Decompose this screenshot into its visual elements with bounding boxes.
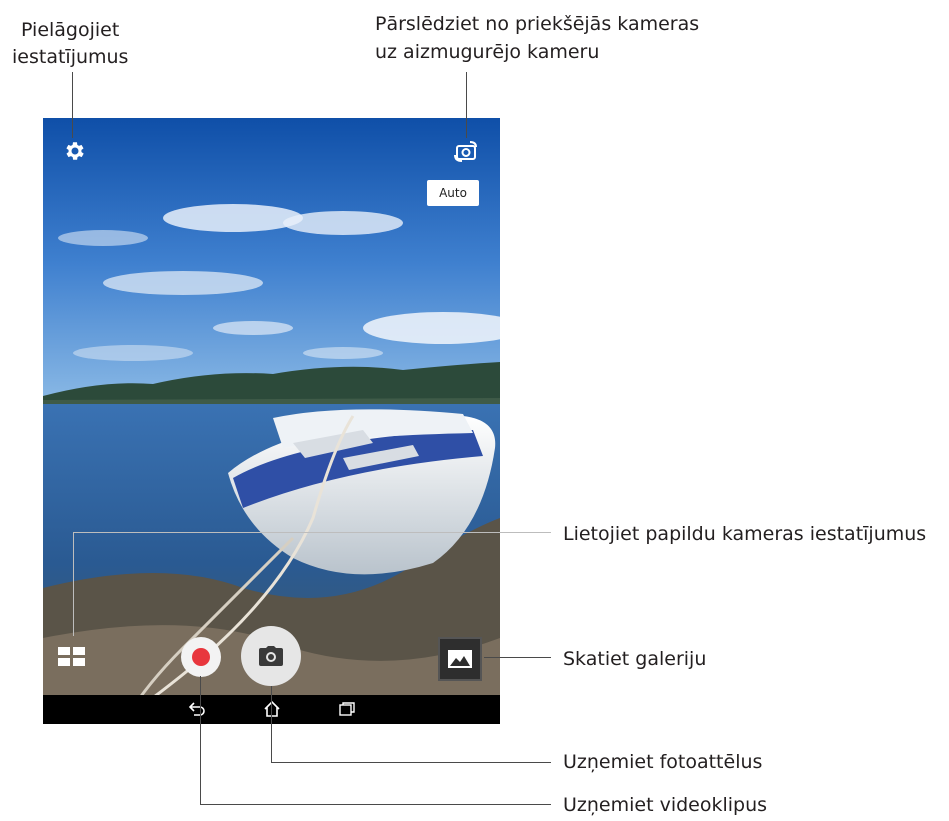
callout-advanced: Lietojiet papildu kameras iestatījumus bbox=[563, 523, 927, 545]
gear-icon bbox=[66, 142, 84, 160]
callout-settings-line1: Pielāgojiet bbox=[21, 19, 120, 41]
shutter-button[interactable] bbox=[241, 626, 301, 686]
callout-gallery: Skatiet galeriju bbox=[563, 648, 707, 670]
home-button[interactable] bbox=[261, 699, 283, 719]
camera-screen: Auto bbox=[43, 118, 500, 724]
callout-photo: Uzņemiet fotoattēlus bbox=[563, 751, 763, 773]
leader-line-photo-v bbox=[271, 686, 272, 762]
image-icon bbox=[448, 650, 472, 668]
mode-chip[interactable]: Auto bbox=[427, 180, 479, 206]
callout-switch-line1: Pārslēdziet no priekšējās kameras bbox=[375, 13, 700, 35]
leader-line-gallery bbox=[484, 657, 551, 658]
recents-icon bbox=[339, 702, 355, 716]
camera-switch-icon bbox=[454, 141, 477, 162]
settings-button[interactable] bbox=[61, 138, 87, 164]
callout-switch-line2: uz aizmugurējo kameru bbox=[375, 41, 600, 63]
home-icon bbox=[264, 701, 280, 717]
advanced-settings-button[interactable] bbox=[57, 644, 87, 670]
leader-line-switch bbox=[466, 72, 467, 138]
callout-video: Uzņemiet videoklipus bbox=[563, 794, 768, 816]
grid-icon bbox=[58, 647, 85, 666]
recents-button[interactable] bbox=[336, 699, 358, 719]
gallery-button[interactable] bbox=[438, 637, 482, 681]
leader-line-video-v bbox=[200, 676, 201, 804]
record-video-button[interactable] bbox=[181, 637, 221, 677]
leader-line-settings bbox=[72, 72, 73, 138]
back-icon bbox=[188, 702, 205, 716]
record-icon bbox=[192, 648, 210, 666]
leader-line-photo-h bbox=[271, 762, 551, 763]
callout-settings-line2: iestatījumus bbox=[12, 46, 129, 68]
leader-line-advanced-h bbox=[73, 532, 551, 533]
leader-line-advanced-v bbox=[73, 532, 74, 636]
camera-icon bbox=[259, 646, 283, 666]
switch-camera-button[interactable] bbox=[451, 138, 481, 164]
back-button[interactable] bbox=[186, 699, 208, 719]
leader-line-video-h bbox=[200, 804, 551, 805]
